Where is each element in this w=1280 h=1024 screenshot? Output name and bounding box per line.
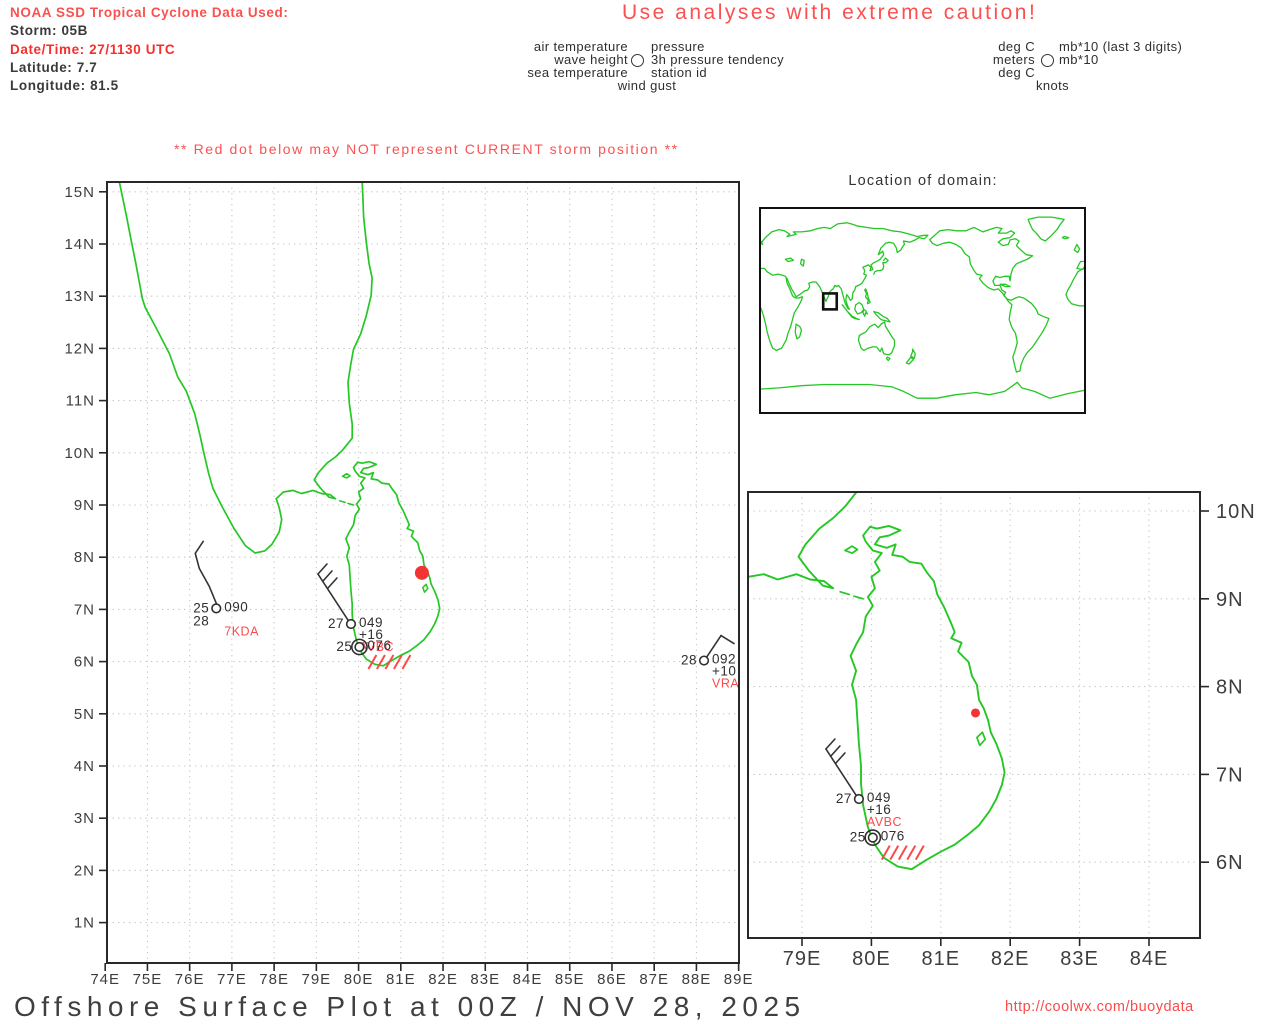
svg-text:86E: 86E xyxy=(597,971,627,988)
svg-text:77E: 77E xyxy=(217,971,247,988)
offshore-surface-plot-page: { "storm_info": { "line1": "NOAA SSD Tro… xyxy=(0,0,1280,1024)
maps-canvas: 25280907KDA27049+16AVBC2507628092+10VRAR… xyxy=(0,0,1280,1024)
svg-text:13N: 13N xyxy=(64,288,95,305)
svg-text:10N: 10N xyxy=(64,445,95,462)
svg-text:79E: 79E xyxy=(783,948,822,970)
svg-text:78E: 78E xyxy=(259,971,289,988)
plot-title: Offshore Surface Plot at 00Z / NOV 28, 2… xyxy=(14,991,806,1023)
svg-text:3N: 3N xyxy=(74,810,95,827)
svg-text:28: 28 xyxy=(681,653,697,668)
station-plot-7KDA: 25280907KDA xyxy=(193,541,259,638)
svg-text:81E: 81E xyxy=(922,948,961,970)
svg-text:27: 27 xyxy=(328,616,344,631)
svg-text:27: 27 xyxy=(836,791,852,806)
storm-position-dot xyxy=(971,708,980,717)
svg-text:8N: 8N xyxy=(74,549,95,566)
svg-text:85E: 85E xyxy=(555,971,585,988)
svg-text:79E: 79E xyxy=(301,971,331,988)
svg-text:84E: 84E xyxy=(513,971,543,988)
svg-text:1N: 1N xyxy=(74,915,95,932)
svg-text:84E: 84E xyxy=(1130,948,1169,970)
svg-text:89E: 89E xyxy=(724,971,754,988)
svg-text:87E: 87E xyxy=(639,971,669,988)
svg-text:82E: 82E xyxy=(428,971,458,988)
svg-text:83E: 83E xyxy=(1060,948,1099,970)
svg-text:6N: 6N xyxy=(1216,852,1244,874)
svg-text:AVBC: AVBC xyxy=(867,815,902,829)
svg-text:2N: 2N xyxy=(74,862,95,879)
svg-text:25: 25 xyxy=(850,830,866,845)
svg-text:74E: 74E xyxy=(90,971,120,988)
svg-text:82E: 82E xyxy=(991,948,1030,970)
svg-text:88E: 88E xyxy=(682,971,712,988)
svg-text:80E: 80E xyxy=(344,971,374,988)
svg-text:7N: 7N xyxy=(1216,764,1244,786)
svg-text:7N: 7N xyxy=(74,601,95,618)
svg-text:10N: 10N xyxy=(1216,501,1256,523)
station-plot-076: 25 076 xyxy=(850,829,924,860)
zoom-map-content: 27049+16AVBC25 076 xyxy=(477,50,1200,938)
svg-text:12N: 12N xyxy=(64,340,95,357)
svg-text:9N: 9N xyxy=(74,497,95,514)
svg-text:28: 28 xyxy=(193,613,209,628)
svg-text:7KDA: 7KDA xyxy=(224,624,259,638)
svg-text:14N: 14N xyxy=(64,236,95,253)
svg-text:15N: 15N xyxy=(64,184,95,201)
station-plot-VRAR6: 28092+10VRAR6 xyxy=(681,636,756,691)
svg-text:81E: 81E xyxy=(386,971,416,988)
world-map-content xyxy=(760,217,1085,398)
svg-text:090: 090 xyxy=(224,599,248,614)
svg-text:4N: 4N xyxy=(74,758,95,775)
svg-text:76E: 76E xyxy=(175,971,205,988)
svg-text:8N: 8N xyxy=(1216,677,1244,699)
svg-text:80E: 80E xyxy=(852,948,891,970)
storm-position-dot xyxy=(415,566,429,580)
svg-text:75E: 75E xyxy=(133,971,163,988)
svg-text:076: 076 xyxy=(367,638,391,653)
svg-text:VRAR6: VRAR6 xyxy=(712,677,756,691)
source-url-link[interactable]: http://coolwx.com/buoydata xyxy=(1005,999,1194,1015)
station-plot-AVBC: 27049+16AVBC xyxy=(826,739,902,829)
svg-text:11N: 11N xyxy=(66,393,95,410)
svg-text:5N: 5N xyxy=(74,706,95,723)
svg-text:9N: 9N xyxy=(1216,589,1244,611)
svg-text:076: 076 xyxy=(881,829,905,844)
svg-text:83E: 83E xyxy=(470,971,500,988)
svg-text:25: 25 xyxy=(336,639,352,654)
main-map-content: 25280907KDA27049+16AVBC2507628092+10VRAR… xyxy=(105,179,756,963)
svg-text:6N: 6N xyxy=(74,654,95,671)
